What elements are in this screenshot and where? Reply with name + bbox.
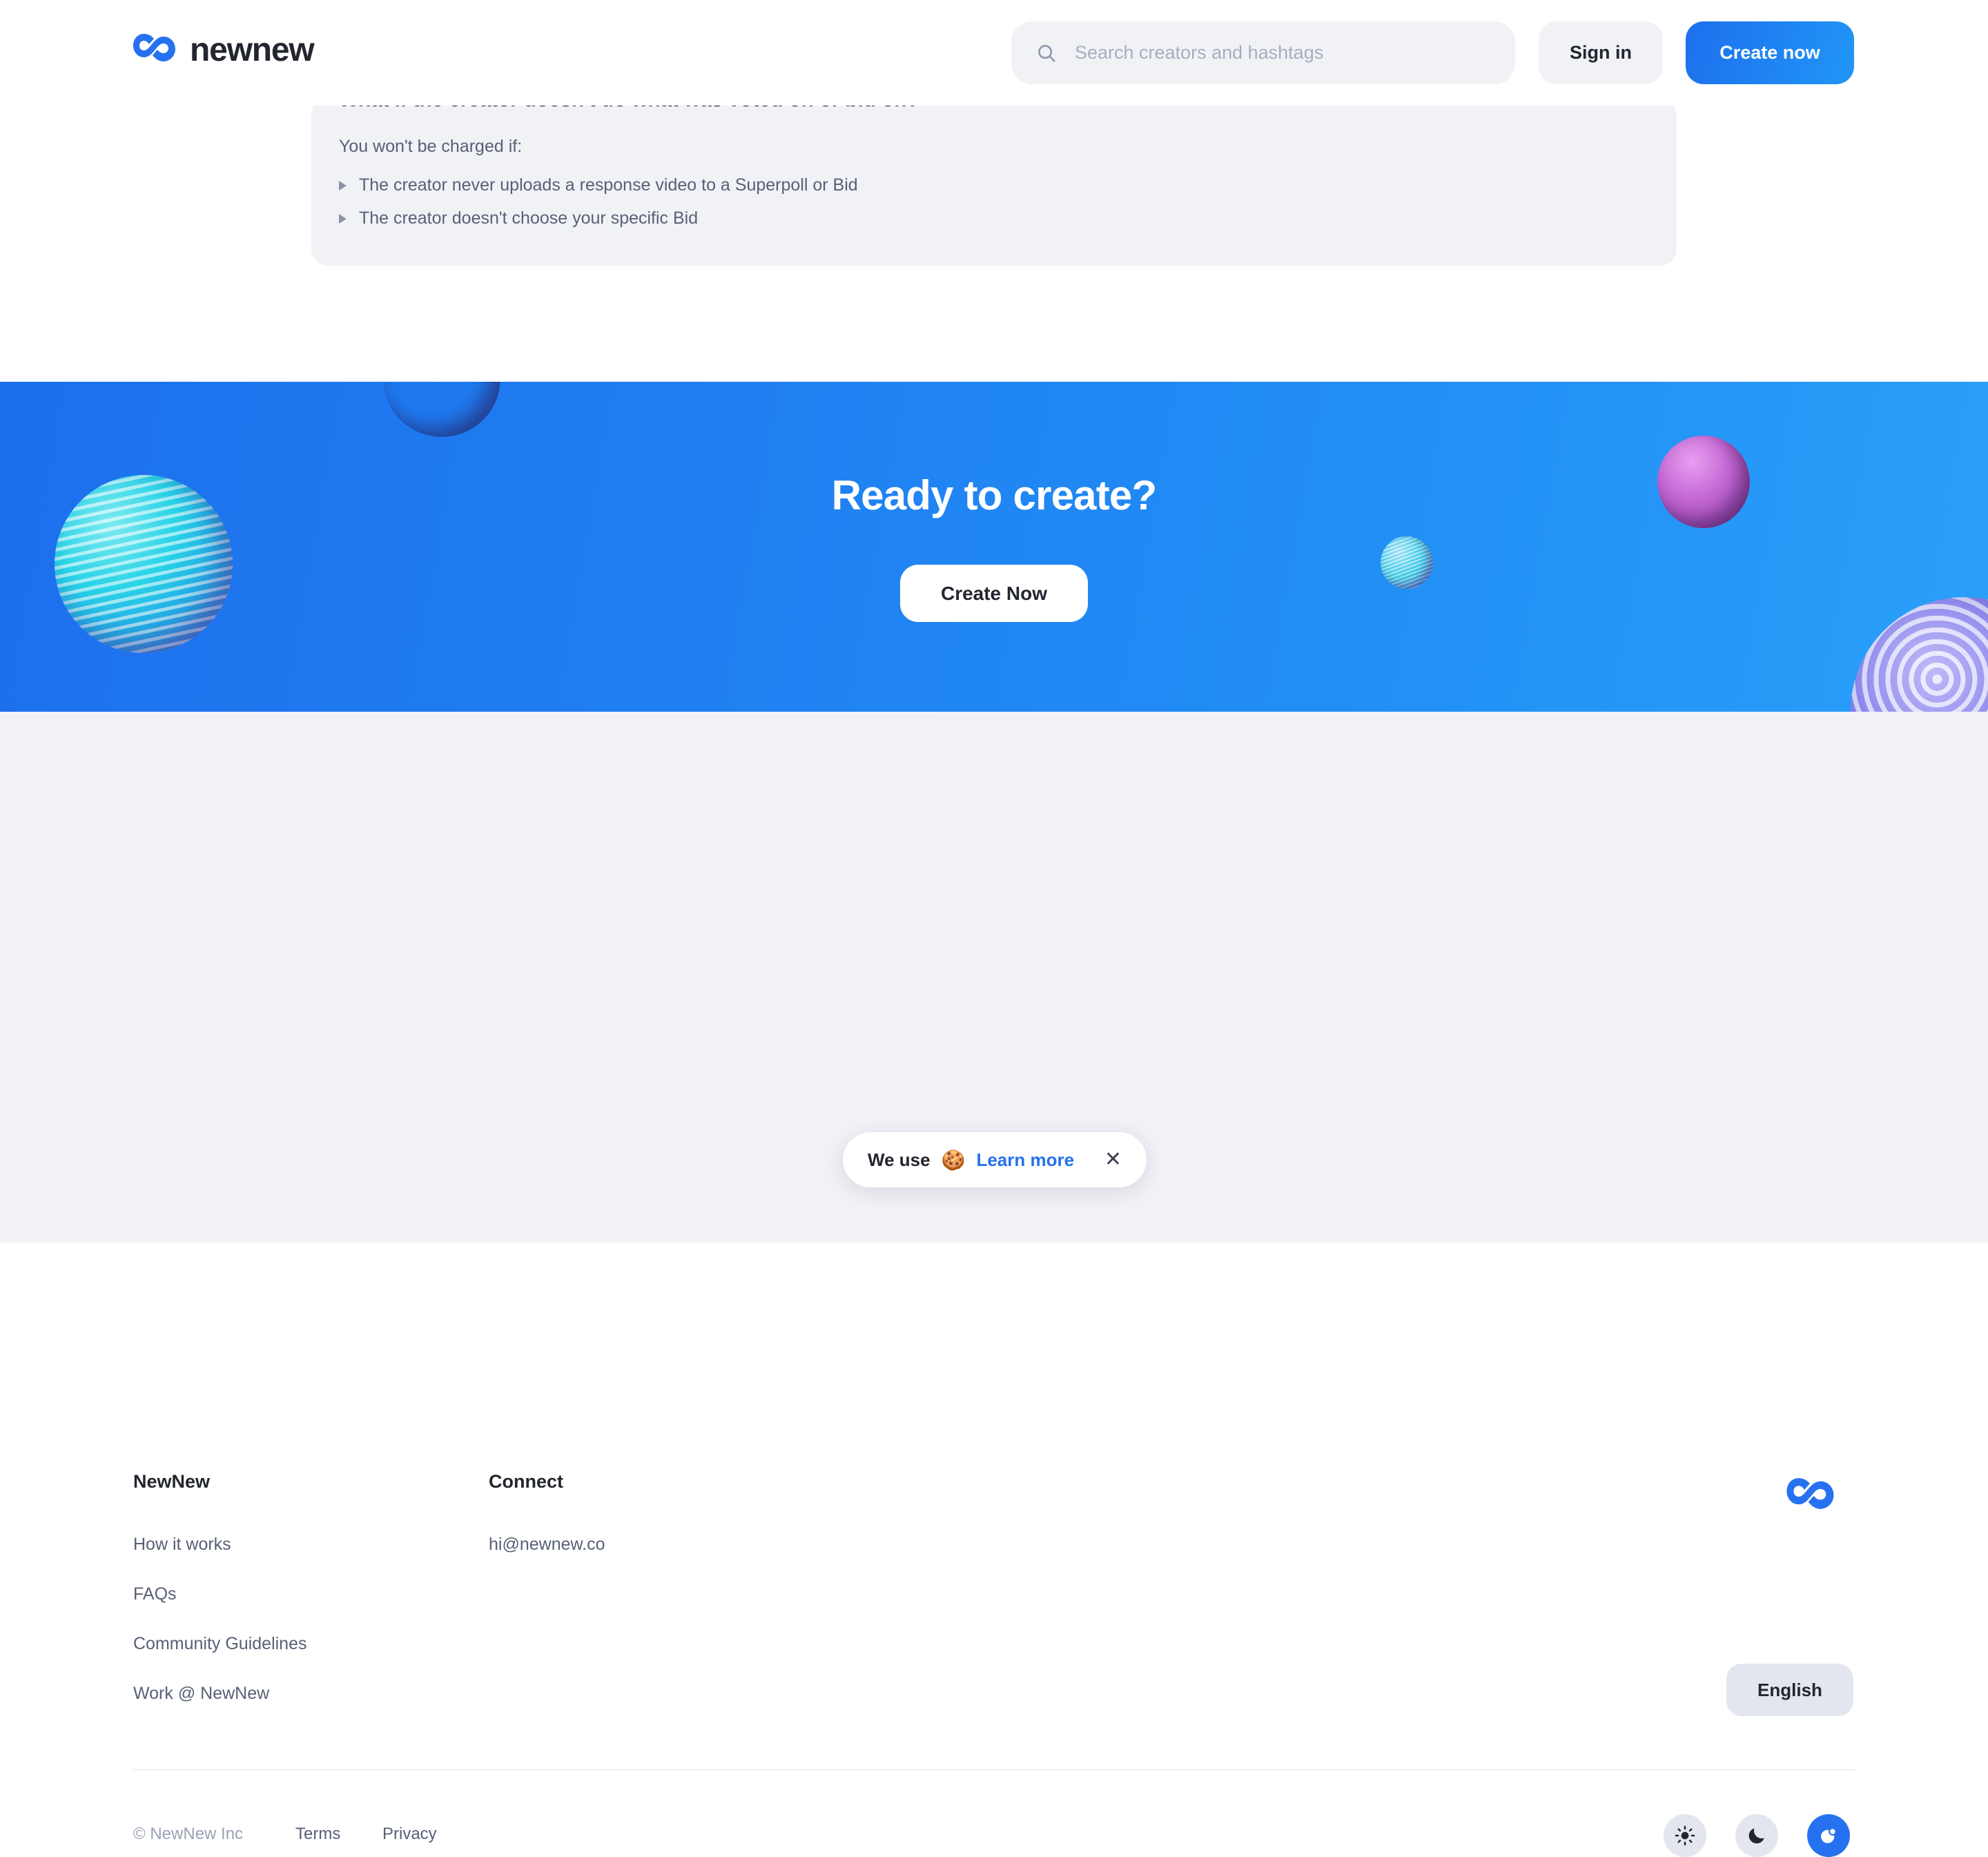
theme-auto-button[interactable] [1807, 1814, 1850, 1857]
faq-conditions-list: The creator never uploads a response vid… [339, 175, 858, 242]
footer-link-email[interactable]: hi@newnew.co [489, 1535, 605, 1555]
decorative-sphere-large-violet-striped [1851, 597, 1988, 712]
decorative-sphere-cyan-mid [1381, 536, 1433, 589]
theme-dark-button[interactable] [1735, 1814, 1778, 1857]
cookie-banner-text: We use [868, 1149, 930, 1171]
search-placeholder: Search creators and hashtags [1075, 42, 1323, 64]
hero-create-now-button[interactable]: Create Now [900, 565, 1088, 622]
hero-title: Ready to create? [0, 471, 1988, 519]
search-icon [1036, 43, 1057, 64]
cookie-learn-more-link[interactable]: Learn more [976, 1149, 1074, 1171]
footer-link-how-it-works[interactable]: How it works [133, 1535, 231, 1555]
newnew-infinity-logo-icon [133, 32, 176, 68]
triangle-bullet-icon [339, 214, 347, 224]
footer-column-title-connect: Connect [489, 1471, 563, 1493]
faq-card: What if the creator doesn't do what was … [311, 98, 1677, 266]
sun-icon [1675, 1825, 1695, 1846]
list-item: The creator doesn't choose your specific… [339, 208, 858, 229]
footer-link-community-guidelines[interactable]: Community Guidelines [133, 1634, 307, 1654]
footer-link-faqs[interactable]: FAQs [133, 1584, 177, 1604]
site-header: newnew Search creators and hashtags Sign… [0, 0, 1988, 106]
search-input[interactable]: Search creators and hashtags [1011, 21, 1515, 84]
logo-text: newnew [190, 31, 314, 69]
language-selector-button[interactable]: English [1726, 1664, 1853, 1716]
logo-link[interactable]: newnew [133, 31, 314, 69]
faq-item-label: The creator never uploads a response vid… [359, 175, 858, 195]
cookie-consent-banner: We use 🍪 Learn more ✕ [843, 1132, 1147, 1187]
footer-link-work-at-newnew[interactable]: Work @ NewNew [133, 1684, 269, 1704]
close-icon[interactable]: ✕ [1104, 1149, 1122, 1170]
auto-theme-icon [1818, 1825, 1840, 1847]
sign-in-button[interactable]: Sign in [1539, 21, 1663, 84]
moon-icon [1746, 1825, 1767, 1846]
create-now-button[interactable]: Create now [1686, 21, 1854, 84]
footer-newnew-logo-icon [1786, 1477, 1835, 1517]
triangle-bullet-icon [339, 181, 347, 191]
list-item: The creator never uploads a response vid… [339, 175, 858, 195]
footer-link-terms[interactable]: Terms [295, 1825, 340, 1844]
faq-intro-text: You won't be charged if: [339, 137, 522, 157]
footer-column-title-newnew: NewNew [133, 1471, 210, 1493]
footer-link-privacy[interactable]: Privacy [382, 1825, 437, 1844]
footer-divider [133, 1769, 1855, 1770]
footer-copyright: © NewNew Inc [133, 1825, 243, 1844]
hero-cta-banner: Ready to create? Create Now [0, 382, 1988, 712]
faq-item-label: The creator doesn't choose your specific… [359, 208, 698, 229]
decorative-sphere-purple-top [383, 382, 500, 437]
theme-light-button[interactable] [1664, 1814, 1706, 1857]
cookie-icon: 🍪 [942, 1149, 966, 1171]
